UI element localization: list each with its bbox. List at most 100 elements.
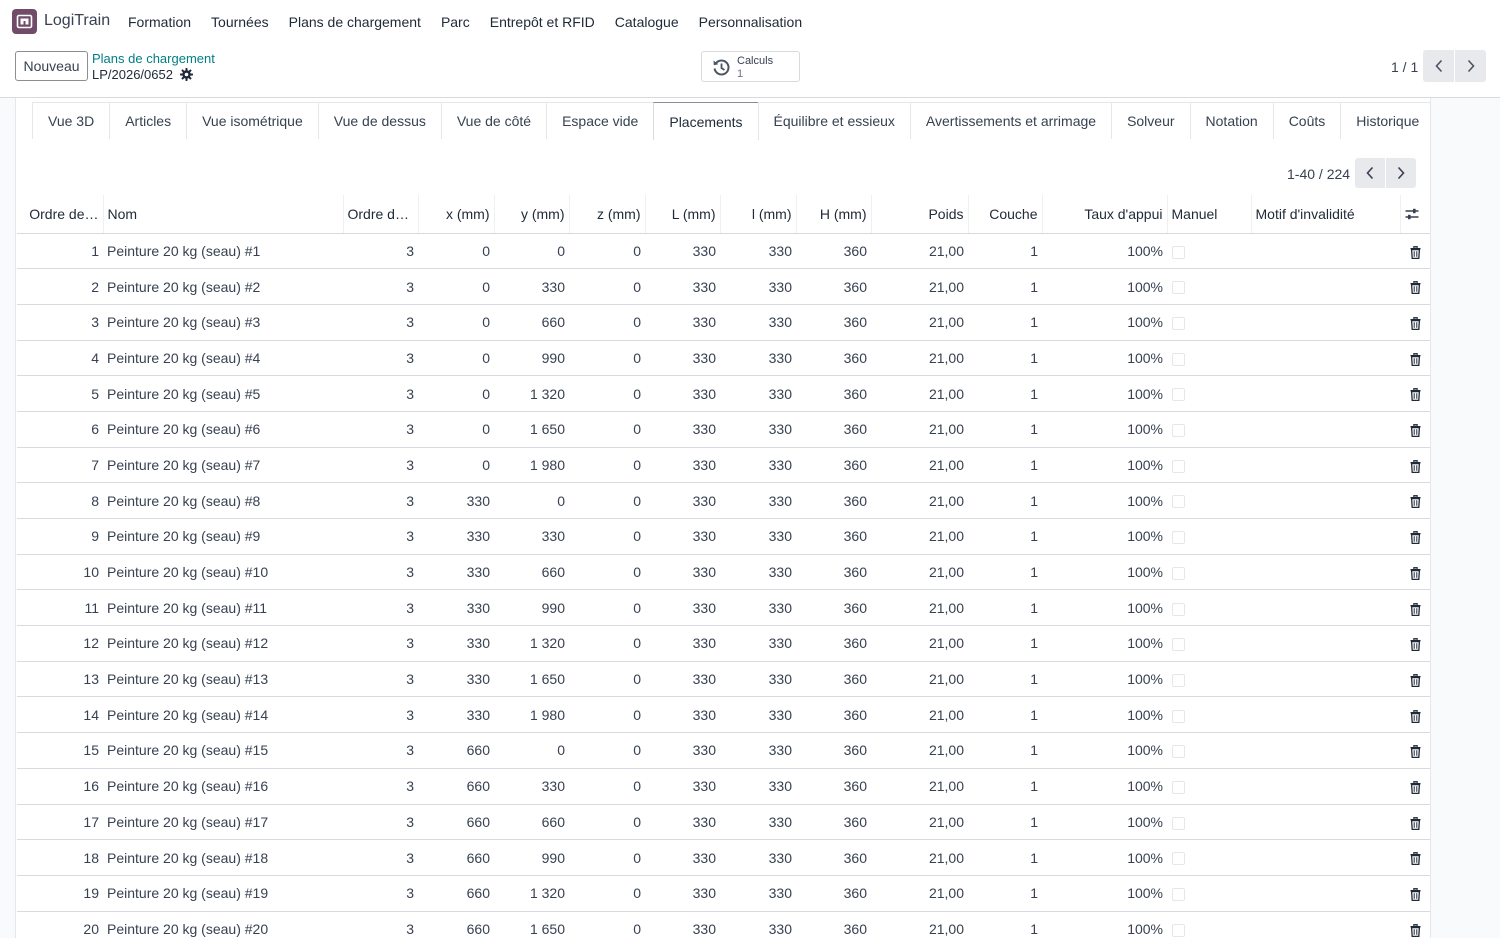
calculations-smart-button[interactable]: Calculs 1 bbox=[701, 51, 800, 82]
table-cell[interactable]: 21,00 bbox=[871, 589, 968, 627]
table-cell[interactable]: 330 bbox=[645, 768, 720, 805]
table-cell[interactable]: 0 bbox=[569, 233, 645, 270]
manual-checkbox[interactable] bbox=[1172, 852, 1185, 866]
table-row[interactable]: 17 Peinture 20 kg (seau) #17 3 660 660 0 330 33… bbox=[17, 804, 1430, 841]
table-row[interactable]: 7 Peinture 20 kg (seau) #7 3 0 1 980 0 330 330 3… bbox=[17, 447, 1430, 484]
table-cell[interactable]: 0 bbox=[569, 589, 645, 627]
list-next-button[interactable] bbox=[1386, 158, 1416, 188]
table-cell[interactable]: 21,00 bbox=[871, 482, 968, 519]
table-cell[interactable]: 3 bbox=[343, 482, 418, 519]
delete-row-button[interactable] bbox=[1400, 268, 1430, 305]
manual-checkbox[interactable] bbox=[1172, 709, 1185, 723]
table-row[interactable]: 10 Peinture 20 kg (seau) #10 3 330 660 0 330 33… bbox=[17, 554, 1430, 591]
table-cell[interactable]: 3 bbox=[343, 411, 418, 448]
table-cell[interactable]: 21,00 bbox=[871, 625, 968, 662]
table-cell[interactable]: 0 bbox=[569, 268, 645, 305]
delete-row-button[interactable] bbox=[1400, 411, 1430, 448]
table-cell[interactable]: 330 bbox=[720, 268, 796, 305]
cell-name[interactable]: Peinture 20 kg (seau) #5 bbox=[103, 375, 343, 412]
table-cell[interactable]: 100% bbox=[1042, 732, 1167, 769]
table-row[interactable]: 8 Peinture 20 kg (seau) #8 3 330 0 0 330 330 360… bbox=[17, 482, 1430, 519]
tab[interactable]: Équilibre et essieux bbox=[757, 102, 911, 139]
table-cell[interactable]: 1 bbox=[968, 625, 1042, 662]
record-next-button[interactable] bbox=[1455, 50, 1486, 82]
table-cell[interactable]: 330 bbox=[418, 625, 494, 662]
table-cell[interactable]: 21,00 bbox=[871, 911, 968, 938]
table-cell[interactable]: 330 bbox=[645, 554, 720, 591]
menu-item[interactable]: Entrepôt et RFID bbox=[490, 14, 595, 30]
manual-checkbox[interactable] bbox=[1172, 495, 1185, 509]
invalidity-reason-cell[interactable] bbox=[1251, 696, 1400, 734]
table-cell[interactable]: 3 bbox=[343, 518, 418, 555]
table-cell[interactable]: 21,00 bbox=[871, 268, 968, 305]
table-cell[interactable]: 0 bbox=[569, 625, 645, 662]
table-cell[interactable]: 3 bbox=[343, 661, 418, 698]
table-cell[interactable]: 3 bbox=[343, 625, 418, 662]
table-cell[interactable]: 330 bbox=[720, 411, 796, 448]
invalidity-reason-cell[interactable] bbox=[1251, 589, 1400, 627]
table-cell[interactable]: 21,00 bbox=[871, 304, 968, 341]
table-cell[interactable]: 0 bbox=[569, 768, 645, 805]
table-cell[interactable]: 1 980 bbox=[494, 447, 569, 484]
table-cell[interactable]: 1 650 bbox=[494, 411, 569, 448]
table-cell[interactable]: 0 bbox=[418, 268, 494, 305]
cell-name[interactable]: Peinture 20 kg (seau) #15 bbox=[103, 732, 343, 769]
tab[interactable]: Historique bbox=[1340, 102, 1430, 139]
manual-checkbox[interactable] bbox=[1172, 531, 1185, 545]
invalidity-reason-cell[interactable] bbox=[1251, 625, 1400, 662]
table-cell[interactable]: 360 bbox=[796, 625, 871, 662]
table-cell[interactable]: 0 bbox=[418, 447, 494, 484]
invalidity-reason-cell[interactable] bbox=[1251, 839, 1400, 876]
table-cell[interactable]: 100% bbox=[1042, 696, 1167, 734]
table-cell[interactable]: 330 bbox=[720, 625, 796, 662]
table-cell[interactable]: 1 980 bbox=[494, 696, 569, 734]
cell-name[interactable]: Peinture 20 kg (seau) #12 bbox=[103, 625, 343, 662]
table-row[interactable]: 13 Peinture 20 kg (seau) #13 3 330 1 650 0 330… bbox=[17, 661, 1430, 698]
table-cell[interactable]: 1 bbox=[968, 375, 1042, 412]
table-cell[interactable]: 3 bbox=[343, 768, 418, 805]
table-cell[interactable]: 0 bbox=[494, 732, 569, 769]
manual-checkbox[interactable] bbox=[1172, 923, 1185, 937]
table-cell[interactable]: 0 bbox=[569, 661, 645, 698]
table-cell[interactable]: 330 bbox=[720, 661, 796, 698]
table-cell[interactable]: 1 bbox=[968, 554, 1042, 591]
table-row[interactable]: 18 Peinture 20 kg (seau) #18 3 660 990 0 330 33… bbox=[17, 839, 1430, 876]
breadcrumb-parent-link[interactable]: Plans de chargement bbox=[92, 51, 215, 66]
delete-row-button[interactable] bbox=[1400, 804, 1430, 841]
table-cell[interactable]: 1 bbox=[968, 411, 1042, 448]
manual-checkbox[interactable] bbox=[1172, 566, 1185, 580]
table-cell[interactable]: 360 bbox=[796, 804, 871, 841]
table-cell[interactable]: 3 bbox=[343, 875, 418, 912]
table-cell[interactable]: 990 bbox=[494, 340, 569, 377]
invalidity-reason-cell[interactable] bbox=[1251, 447, 1400, 484]
table-cell[interactable]: 100% bbox=[1042, 875, 1167, 912]
table-cell[interactable]: 360 bbox=[796, 482, 871, 519]
table-row[interactable]: 5 Peinture 20 kg (seau) #5 3 0 1 320 0 330 330 3… bbox=[17, 375, 1430, 412]
table-cell[interactable]: 330 bbox=[645, 447, 720, 484]
table-cell[interactable]: 360 bbox=[796, 268, 871, 305]
table-cell[interactable]: 21,00 bbox=[871, 875, 968, 912]
delete-row-button[interactable] bbox=[1400, 589, 1430, 627]
table-cell[interactable]: 330 bbox=[720, 375, 796, 412]
delete-row-button[interactable] bbox=[1400, 304, 1430, 341]
table-cell[interactable]: 660 bbox=[494, 804, 569, 841]
cell-name[interactable]: Peinture 20 kg (seau) #18 bbox=[103, 839, 343, 876]
cell-name[interactable]: Peinture 20 kg (seau) #4 bbox=[103, 340, 343, 377]
table-cell[interactable]: 14 bbox=[17, 696, 103, 734]
table-cell[interactable]: 1 650 bbox=[494, 661, 569, 698]
menu-item[interactable]: Catalogue bbox=[615, 14, 679, 30]
delete-row-button[interactable] bbox=[1400, 839, 1430, 876]
manual-checkbox[interactable] bbox=[1172, 602, 1185, 616]
table-cell[interactable]: 360 bbox=[796, 233, 871, 270]
column-header[interactable]: y (mm) bbox=[494, 195, 570, 234]
manual-checkbox[interactable] bbox=[1172, 780, 1185, 794]
table-cell[interactable]: 11 bbox=[17, 589, 103, 627]
column-header[interactable]: x (mm) bbox=[418, 195, 495, 234]
table-row[interactable]: 14 Peinture 20 kg (seau) #14 3 330 1 980 0 330… bbox=[17, 696, 1430, 734]
table-cell[interactable]: 660 bbox=[418, 875, 494, 912]
tab[interactable]: Articles bbox=[109, 102, 188, 139]
table-cell[interactable]: 1 bbox=[968, 732, 1042, 769]
cell-name[interactable]: Peinture 20 kg (seau) #6 bbox=[103, 411, 343, 448]
table-cell[interactable]: 0 bbox=[569, 304, 645, 341]
table-cell[interactable]: 1 bbox=[968, 768, 1042, 805]
